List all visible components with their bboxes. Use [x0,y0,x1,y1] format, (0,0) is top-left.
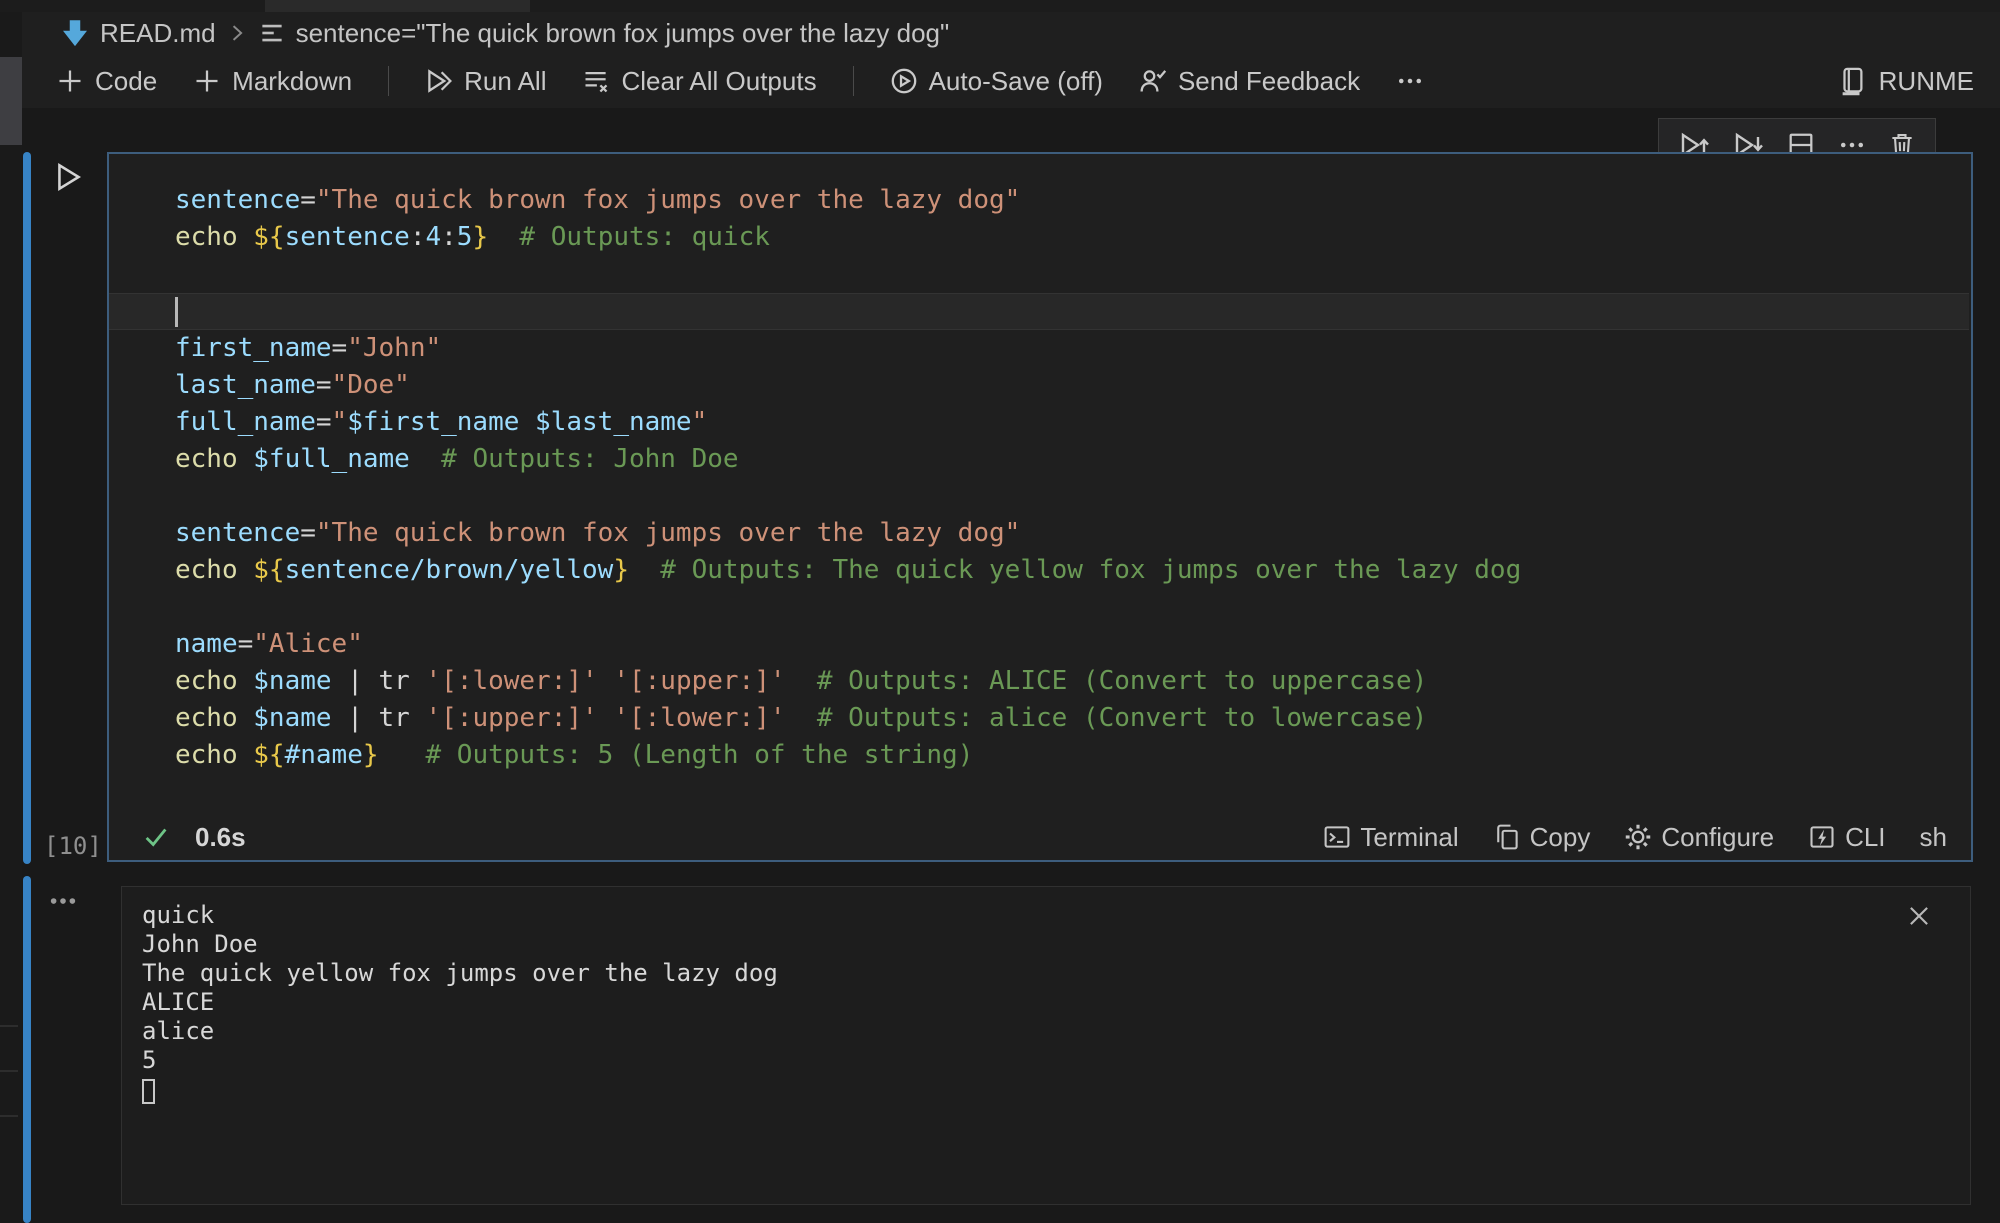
output-line: The quick yellow fox jumps over the lazy… [142,959,778,988]
code-line[interactable]: sentence="The quick brown fox jumps over… [109,515,1969,552]
copy-icon [1493,823,1521,851]
active-tab-edge [265,0,530,12]
close-output-button[interactable] [1906,903,1932,929]
execution-duration: 0.6s [195,822,246,853]
terminal-block-cursor [142,1079,155,1104]
code-line[interactable] [109,293,1969,330]
cell-focus-bar[interactable] [23,152,31,864]
output-menu-button[interactable] [48,886,78,916]
output-line: 5 [142,1046,778,1075]
cli-label: CLI [1845,822,1885,853]
terminal-icon [1323,823,1351,851]
cli-bolt-icon [1808,823,1836,851]
toolbar-separator [388,66,389,96]
cell-status-left: 0.6s [141,822,246,853]
configure-action[interactable]: Configure [1624,822,1774,853]
toolbar-separator [853,66,854,96]
run-all-label: Run All [464,66,546,97]
clear-all-outputs-button[interactable]: Clear All Outputs [582,66,816,97]
auto-save-label: Auto-Save (off) [929,66,1103,97]
auto-save-icon [890,67,918,95]
code-line[interactable]: echo $name | tr '[:lower:]' '[:upper:]' … [109,663,1969,700]
code-line[interactable]: echo $name | tr '[:upper:]' '[:lower:]' … [109,700,1969,737]
terminal-action[interactable]: Terminal [1323,822,1458,853]
terminal-label: Terminal [1360,822,1458,853]
symbol-list-icon [258,19,286,47]
runme-logo-icon [1837,66,1867,96]
breadcrumb-symbol[interactable]: sentence="The quick brown fox jumps over… [258,18,950,49]
language-label: sh [1920,822,1947,853]
output-line: alice [142,1017,778,1046]
output-line: ALICE [142,988,778,1017]
notebook-toolbar: Code Markdown Run All Clear All Outputs [22,54,2000,108]
breadcrumb: READ.md sentence="The quick brown fox ju… [22,12,2000,54]
configure-label: Configure [1661,822,1774,853]
breadcrumb-file[interactable]: READ.md [60,18,216,49]
output-line: John Doe [142,930,778,959]
code-line[interactable]: last_name="Doe" [109,367,1969,404]
markdown-file-icon [60,18,90,48]
output-focus-bar[interactable] [23,876,31,1223]
left-rail [0,12,22,1223]
cell-output: quickJohn DoeThe quick yellow fox jumps … [121,886,1971,1205]
output-text: quickJohn DoeThe quick yellow fox jumps … [142,901,778,1104]
plus-icon [56,67,84,95]
send-feedback-button[interactable]: Send Feedback [1139,66,1360,97]
run-cell-button[interactable] [52,160,86,194]
code-line[interactable]: echo ${sentence/brown/yellow} # Outputs:… [109,552,1969,589]
tab-bar-sliver [0,0,2000,12]
code-line[interactable]: echo ${#name} # Outputs: 5 (Length of th… [109,737,1969,774]
code-line[interactable] [109,256,1969,293]
breadcrumb-symbol-label: sentence="The quick brown fox jumps over… [296,18,950,49]
code-line[interactable]: sentence="The quick brown fox jumps over… [109,182,1969,219]
code-line[interactable]: first_name="John" [109,330,1969,367]
code-line[interactable]: name="Alice" [109,626,1969,663]
execution-count: [10] [44,832,102,860]
code-line[interactable]: full_name="$first_name $last_name" [109,404,1969,441]
toolbar-more-button[interactable] [1396,67,1424,95]
cli-action[interactable]: CLI [1808,822,1885,853]
copy-label: Copy [1530,822,1591,853]
auto-save-toggle[interactable]: Auto-Save (off) [890,66,1103,97]
send-feedback-label: Send Feedback [1178,66,1360,97]
rail-divider [0,1115,18,1117]
clear-outputs-icon [582,67,610,95]
output-line: quick [142,901,778,930]
run-all-icon [425,67,453,95]
code-line[interactable] [109,478,1969,515]
code-editor[interactable]: sentence="The quick brown fox jumps over… [109,182,1969,774]
add-markdown-button[interactable]: Markdown [193,66,352,97]
success-check-icon [141,822,171,852]
gear-icon [1624,823,1652,851]
rail-divider [0,1070,18,1072]
add-code-button[interactable]: Code [56,66,157,97]
feedback-person-icon [1139,67,1167,95]
clear-outputs-label: Clear All Outputs [621,66,816,97]
scrollbar-thumb[interactable] [0,57,22,145]
copy-action[interactable]: Copy [1493,822,1591,853]
cell-status-actions: Terminal Copy [1323,822,1947,853]
plus-icon [193,67,221,95]
rail-divider [0,1025,18,1027]
code-line[interactable] [109,589,1969,626]
chevron-right-icon [226,22,248,44]
code-line[interactable]: echo $full_name # Outputs: John Doe [109,441,1969,478]
add-code-label: Code [95,66,157,97]
code-line[interactable]: echo ${sentence:4:5} # Outputs: quick [109,219,1969,256]
runme-status-button[interactable]: RUNME [1837,66,1974,97]
breadcrumb-file-label: READ.md [100,18,216,49]
add-markdown-label: Markdown [232,66,352,97]
runme-label: RUNME [1879,66,1974,97]
run-all-button[interactable]: Run All [425,66,546,97]
cell-status-bar: 0.6s Terminal Copy [109,814,1971,860]
text-cursor [175,297,178,327]
code-cell[interactable]: sentence="The quick brown fox jumps over… [107,152,1973,862]
language-picker[interactable]: sh [1920,822,1947,853]
